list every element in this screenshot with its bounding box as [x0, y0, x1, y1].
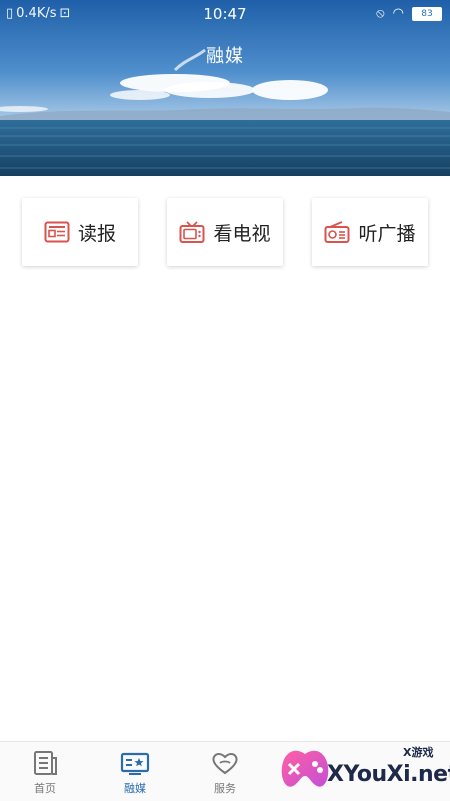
- tab-media[interactable]: 融媒: [90, 742, 180, 801]
- media-icon: [120, 750, 150, 778]
- mute-icon: ⦸: [376, 6, 385, 21]
- listen-radio-card[interactable]: 听广播: [312, 198, 428, 266]
- tab-service[interactable]: 服务: [180, 742, 270, 801]
- wifi-icon: ◠: [392, 6, 404, 21]
- status-bar: ▯ 0.4K/s ⊡ 10:47 ⦸ ◠ 83: [0, 0, 450, 28]
- tab-label: 服务: [214, 782, 236, 795]
- header-banner: ▯ 0.4K/s ⊡ 10:47 ⦸ ◠ 83 融媒: [0, 0, 450, 176]
- card-label: 看电视: [213, 222, 271, 245]
- status-right: ⦸ ◠ 83: [376, 6, 442, 21]
- tab-label: 融媒: [124, 782, 146, 795]
- page-title: 融媒: [206, 46, 244, 67]
- watermark-subtext: X游戏: [403, 746, 434, 759]
- read-newspaper-card[interactable]: 读报: [22, 198, 138, 266]
- tab-home[interactable]: 首页: [0, 742, 90, 801]
- tv-icon: [179, 220, 205, 244]
- battery-icon: 83: [412, 6, 442, 21]
- service-icon: [210, 750, 240, 778]
- watch-tv-card[interactable]: 看电视: [167, 198, 283, 266]
- watermark-text: XYouXi.net: [327, 762, 450, 787]
- tab-label: 首页: [34, 782, 56, 795]
- card-label: 听广播: [358, 222, 416, 245]
- radio-icon: [324, 220, 350, 244]
- newspaper-icon: [44, 221, 70, 243]
- watermark-logo: X游戏 XYouXi.net: [275, 740, 450, 800]
- gamepad-icon: [281, 750, 329, 787]
- card-label: 读报: [77, 222, 116, 245]
- home-icon: [31, 750, 59, 778]
